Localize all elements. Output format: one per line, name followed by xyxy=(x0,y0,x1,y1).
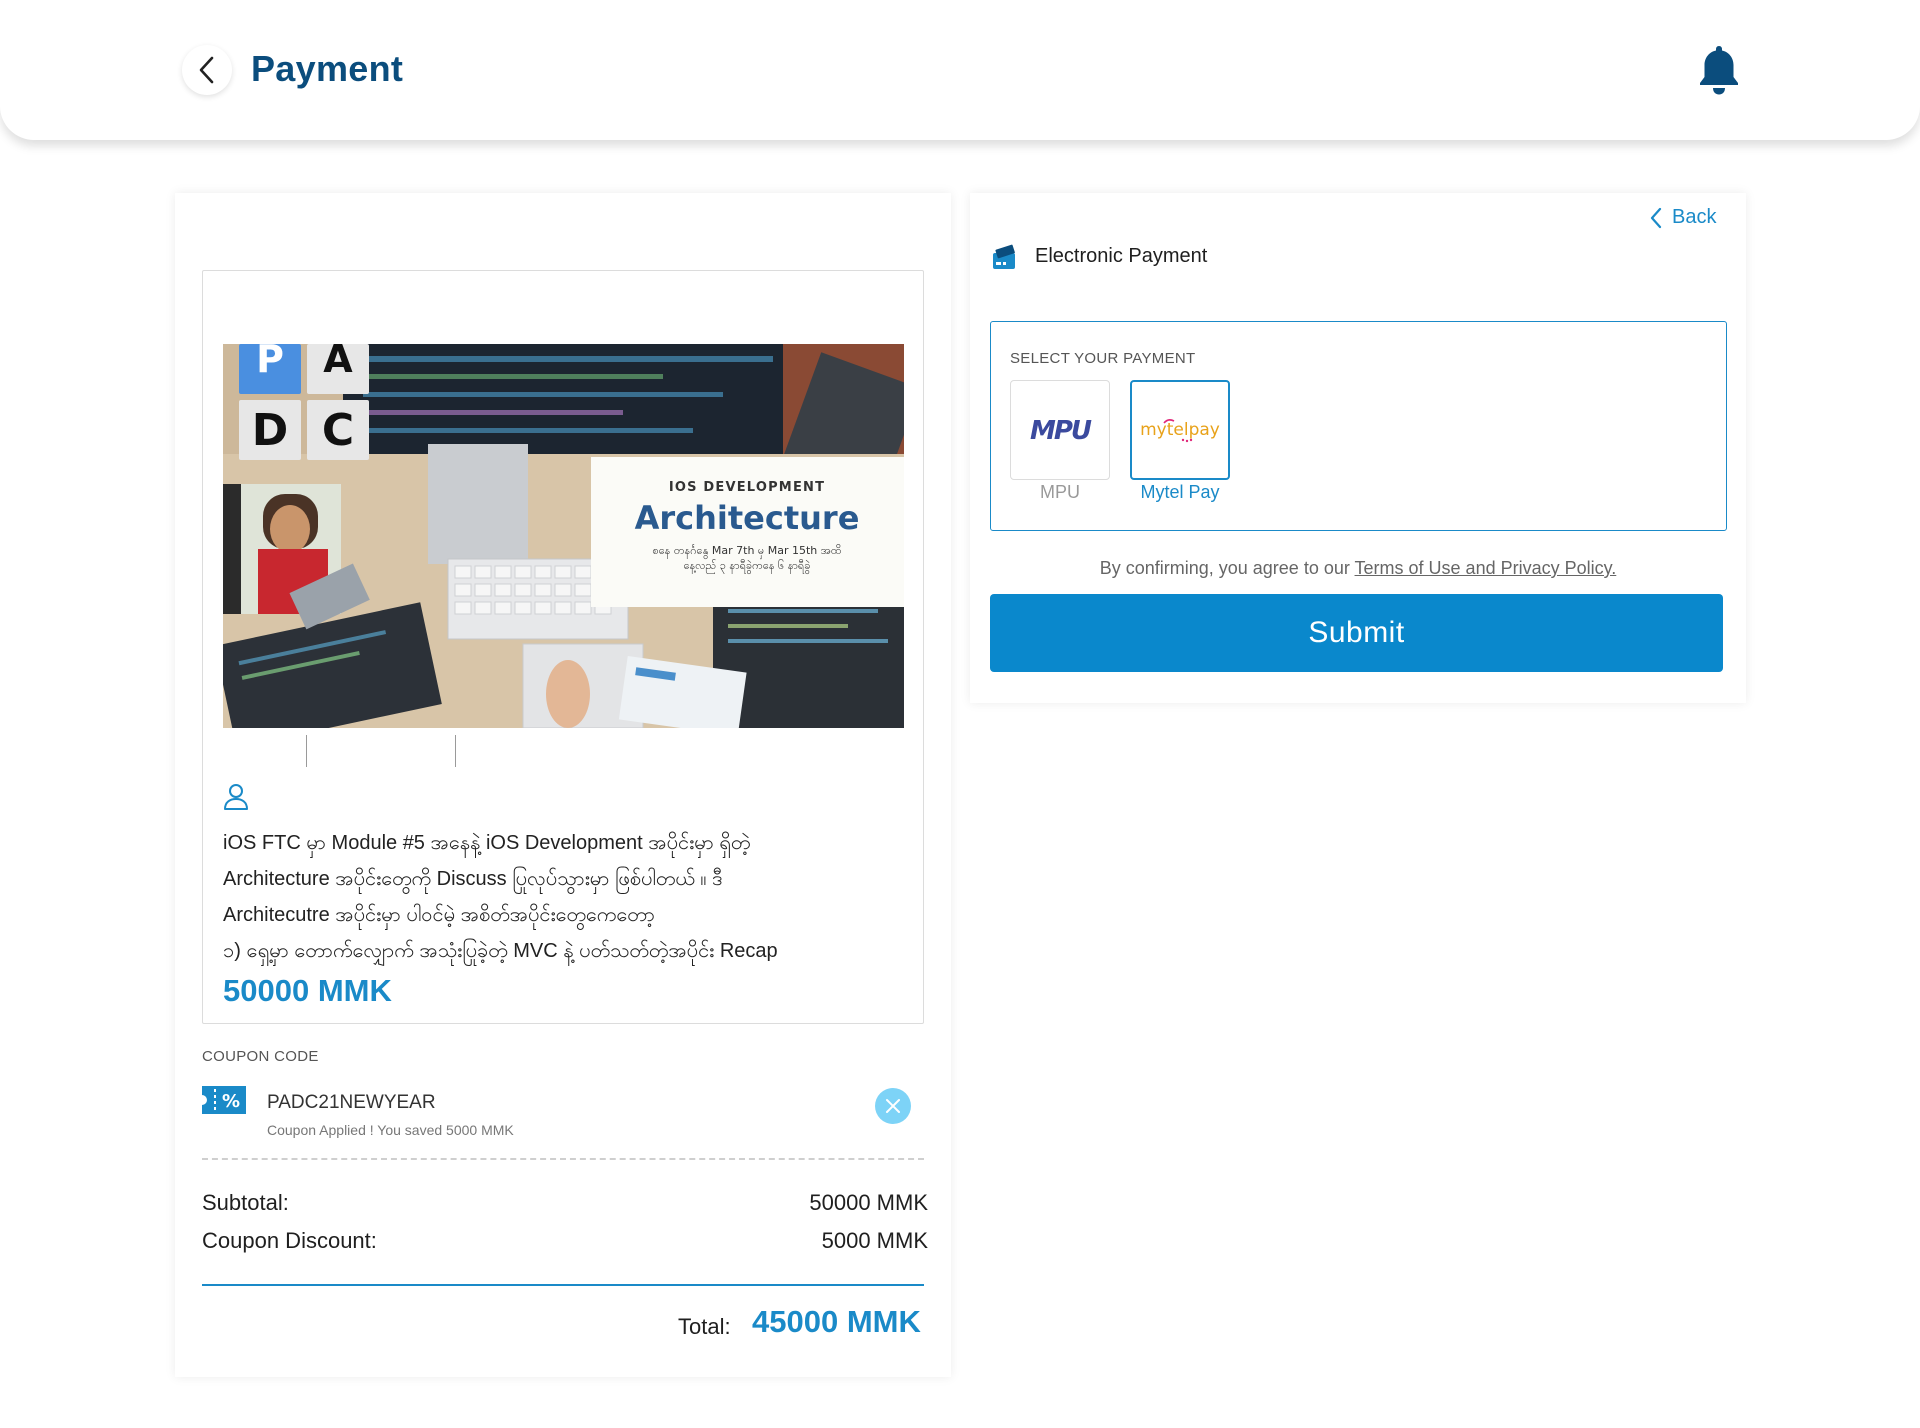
banner-caption: စနေ တနင်္ဂနွေ Mar 7th မှ Mar 15th အထိ xyxy=(653,544,842,559)
banner-caption: နေ့လည် ၃ နာရီခွဲကနေ ၆ နာရီခွဲ xyxy=(684,559,811,574)
banner-logo-letter: A xyxy=(323,344,353,381)
payment-method-selector: SELECT YOUR PAYMENT MPU MPU mytelpay Myt… xyxy=(990,321,1727,531)
submit-button[interactable]: Submit xyxy=(990,594,1723,672)
payment-option-mpu[interactable]: MPU xyxy=(1010,380,1110,480)
coupon-percent-icon: % xyxy=(202,1086,246,1114)
banner-logo-letter: C xyxy=(322,405,354,456)
terms-link[interactable]: Terms of Use and Privacy Policy. xyxy=(1355,558,1617,578)
svg-text:mytelpay: mytelpay xyxy=(1140,420,1220,440)
chevron-left-icon xyxy=(199,56,214,84)
user-icon xyxy=(224,784,248,810)
select-payment-label: SELECT YOUR PAYMENT xyxy=(1010,350,1196,367)
subtotal-label: Subtotal: xyxy=(202,1190,289,1215)
coupon-applied-note: Coupon Applied ! You saved 5000 MMK xyxy=(267,1122,514,1138)
description-line: iOS FTC မှာ Module #5 အနေနဲ့ iOS Develop… xyxy=(223,832,751,854)
close-icon xyxy=(886,1099,900,1113)
back-link-label: Back xyxy=(1672,206,1717,228)
divider xyxy=(455,735,456,767)
back-link[interactable]: Back xyxy=(1650,206,1716,229)
svg-text:MPU: MPU xyxy=(1030,416,1092,445)
back-button[interactable] xyxy=(182,45,232,95)
coupon-discount-label: Coupon Discount: xyxy=(202,1228,377,1253)
svg-text:%: % xyxy=(222,1091,240,1112)
course-meta-separators xyxy=(223,735,904,771)
banner-headline: Architecture xyxy=(635,499,860,537)
terms-text: By confirming, you agree to our Terms of… xyxy=(970,558,1746,579)
course-banner: P A D C IOS DEVELOPMENT Architecture စနေ… xyxy=(223,344,904,728)
mpu-logo: MPU xyxy=(1030,416,1094,445)
bell-icon[interactable] xyxy=(1697,44,1741,96)
total-value: 45000 MMK xyxy=(752,1304,921,1339)
course-card: P A D C IOS DEVELOPMENT Architecture စနေ… xyxy=(202,270,924,1024)
course-description: iOS FTC မှာ Module #5 အနေနဲ့ iOS Develop… xyxy=(223,825,913,969)
coupon-code: PADC21NEWYEAR xyxy=(267,1092,436,1113)
banner-logo-letter: D xyxy=(252,405,289,456)
payment-option-label: MPU xyxy=(1040,482,1080,502)
top-app-bar: Payment xyxy=(0,0,1920,140)
coupon-discount-value: 5000 MMK xyxy=(821,1228,928,1253)
mytel-pay-logo: mytelpay xyxy=(1140,419,1220,443)
description-line: Architecture အပိုင်းတွေကို Discuss ပြုလု… xyxy=(223,868,723,890)
payment-card: Back Electronic Payment SELECT YOUR PAYM… xyxy=(970,193,1746,703)
banner-logo-letter: P xyxy=(256,344,284,381)
description-line: ၁) ရှေ့မှာ တောက်လျှောက် အသုံးပြုခဲ့တဲ့ M… xyxy=(223,940,778,962)
total-label: Total: xyxy=(678,1314,731,1339)
page-title: Payment xyxy=(251,48,404,89)
remove-coupon-button[interactable] xyxy=(875,1088,911,1124)
section-title: Electronic Payment xyxy=(1035,245,1208,267)
course-price: 50000 MMK xyxy=(223,973,392,1008)
terms-prefix: By confirming, you agree to our xyxy=(1099,558,1355,578)
payment-option-label: Mytel Pay xyxy=(1140,482,1220,502)
payment-option-mytel-pay[interactable]: mytelpay xyxy=(1130,380,1230,480)
divider xyxy=(202,1158,924,1160)
banner-illustration: P A D C IOS DEVELOPMENT Architecture စနေ… xyxy=(223,344,904,728)
banner-overline: IOS DEVELOPMENT xyxy=(669,480,825,495)
chevron-left-icon xyxy=(1650,207,1662,228)
divider xyxy=(306,735,307,767)
coupon-label: COUPON CODE xyxy=(202,1048,319,1065)
order-summary-card: P A D C IOS DEVELOPMENT Architecture စနေ… xyxy=(175,193,951,1377)
card-payment-icon xyxy=(993,244,1015,269)
subtotal-value: 50000 MMK xyxy=(809,1190,928,1215)
divider xyxy=(202,1284,924,1286)
description-line: Architecutre အပိုင်းမှာ ပါဝင်မဲ့ အစိတ်အပ… xyxy=(223,904,655,926)
